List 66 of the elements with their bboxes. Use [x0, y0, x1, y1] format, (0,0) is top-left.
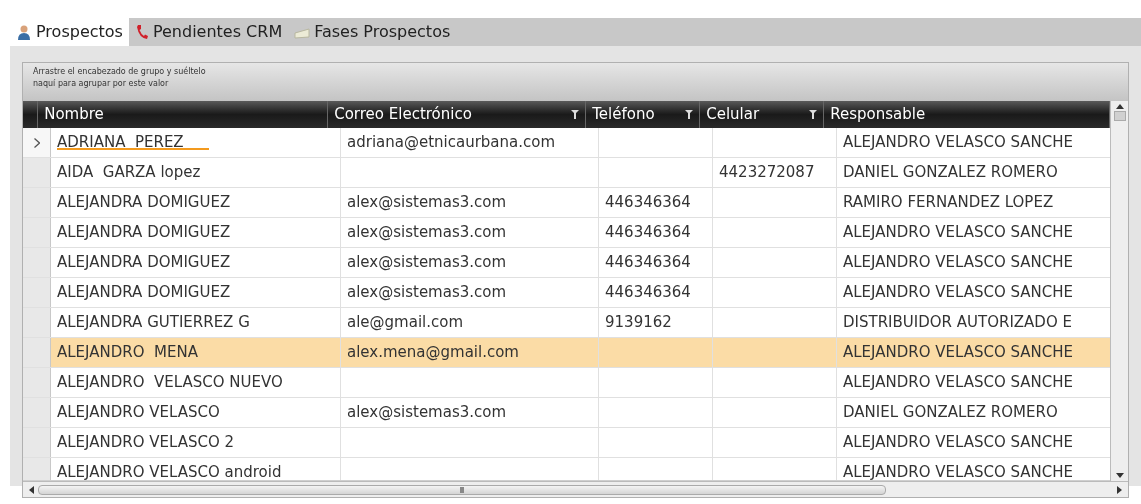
- table-row[interactable]: ALEJANDRO VELASCO NUEVO ALEJANDRO VELASCO SANCHE: [23, 368, 1111, 398]
- table-cell: 446346364: [599, 218, 713, 247]
- table-cell: ALEJANDRA DOMIGUEZ: [51, 218, 341, 247]
- scroll-thumb[interactable]: [1113, 111, 1126, 121]
- tab[interactable]: Prospectos: [10, 18, 129, 46]
- horizontal-scrollbar[interactable]: [23, 481, 1128, 497]
- row-selector[interactable]: [23, 128, 51, 157]
- table-cell: AIDA GARZA lopez: [51, 158, 341, 187]
- vertical-scrollbar[interactable]: [1110, 101, 1128, 481]
- table-cell: ADRIANA PEREZ: [51, 128, 341, 157]
- person-icon: [16, 24, 32, 40]
- table-cell: ALEJANDRA DOMIGUEZ: [51, 278, 341, 307]
- row-selector[interactable]: [23, 428, 51, 457]
- table-row[interactable]: ADRIANA PEREZ adriana@etnicaurbana.com ALEJANDRO VELASCO SANCHE: [23, 128, 1111, 158]
- table-cell: ALEJANDRA DOMIGUEZ: [51, 188, 341, 217]
- filter-icon[interactable]: [571, 110, 580, 119]
- scroll-right-icon[interactable]: [1117, 485, 1122, 494]
- table-cell: alex@sistemas3.com: [341, 398, 599, 427]
- table-cell: adriana@etnicaurbana.com: [341, 128, 599, 157]
- filter-icon[interactable]: [809, 110, 818, 119]
- row-selector[interactable]: [23, 278, 51, 307]
- row-selector[interactable]: [23, 218, 51, 247]
- table-cell: ALEJANDRO VELASCO NUEVO: [51, 368, 341, 397]
- scroll-left-icon[interactable]: [29, 485, 34, 494]
- table-cell: ale@gmail.com: [341, 308, 599, 337]
- filter-icon[interactable]: [685, 110, 694, 119]
- scroll-down-icon[interactable]: [1115, 473, 1124, 479]
- row-selector[interactable]: [23, 368, 51, 397]
- table-cell: ALEJANDRO VELASCO 2: [51, 428, 341, 457]
- table-row[interactable]: ALEJANDRA DOMIGUEZ alex@sistemas3.com 446346364 ALEJANDRO VELASCO SANCHE: [23, 218, 1111, 248]
- table-cell: ALEJANDRO MENA: [51, 338, 341, 367]
- table-cell: ALEJANDRO VELASCO: [51, 398, 341, 427]
- row-selector[interactable]: [23, 308, 51, 337]
- scroll-thumb[interactable]: [38, 484, 886, 495]
- row-selector[interactable]: [23, 248, 51, 277]
- table-row[interactable]: ALEJANDRA GUTIERREZ G ale@gmail.com 9139162 DISTRIBUIDOR AUTORIZADO E: [23, 308, 1111, 338]
- table-row[interactable]: ALEJANDRO MENA alex.mena@gmail.com ALEJANDRO VELASCO SANCHE: [23, 338, 1111, 368]
- group-hint: naquí para agrupar por este valor: [33, 78, 169, 90]
- table-cell: alex@sistemas3.com: [341, 248, 599, 277]
- table-row[interactable]: ALEJANDRO VELASCO 2 ALEJANDRO VELASCO SANCHE: [23, 428, 1111, 458]
- group-hint: Arrastre el encabezado de grupo y suéltelo: [33, 66, 206, 78]
- table-cell: alex@sistemas3.com: [341, 218, 599, 247]
- table-row[interactable]: ALEJANDRA DOMIGUEZ alex@sistemas3.com 446346364 RAMIRO FERNANDEZ LOPEZ: [23, 188, 1111, 218]
- scroll-up-icon[interactable]: [1115, 103, 1124, 109]
- row-selector[interactable]: [23, 188, 51, 217]
- table-cell: alex@sistemas3.com: [341, 278, 599, 307]
- row-selector[interactable]: [23, 158, 51, 187]
- table-cell: 446346364: [599, 188, 713, 217]
- note-icon: [294, 25, 311, 39]
- row-selector[interactable]: [23, 458, 51, 480]
- table-row[interactable]: AIDA GARZA lopez 4423272087 DANIEL GONZALEZ ROMERO: [23, 158, 1111, 188]
- table-cell: alex.mena@gmail.com: [341, 338, 599, 367]
- table-cell: 446346364: [599, 248, 713, 277]
- table-cell: ALEJANDRA GUTIERREZ G: [51, 308, 341, 337]
- table-cell: 9139162: [599, 308, 713, 337]
- table-cell: ALEJANDRA DOMIGUEZ: [51, 248, 341, 277]
- row-selector[interactable]: [23, 338, 51, 367]
- table-cell: 446346364: [599, 278, 713, 307]
- table-cell: 4423272087: [713, 158, 837, 187]
- table-cell: alex@sistemas3.com: [341, 188, 599, 217]
- table-row[interactable]: ALEJANDRA DOMIGUEZ alex@sistemas3.com 446346364 ALEJANDRO VELASCO SANCHE: [23, 278, 1111, 308]
- phone-icon: [134, 24, 149, 40]
- row-selector[interactable]: [23, 398, 51, 427]
- current-row-icon: [33, 137, 40, 148]
- table-row[interactable]: ALEJANDRO VELASCO alex@sistemas3.com DANIEL GONZALEZ ROMERO: [23, 398, 1111, 428]
- table-row[interactable]: ALEJANDRA DOMIGUEZ alex@sistemas3.com 446346364 ALEJANDRO VELASCO SANCHE: [23, 248, 1111, 278]
